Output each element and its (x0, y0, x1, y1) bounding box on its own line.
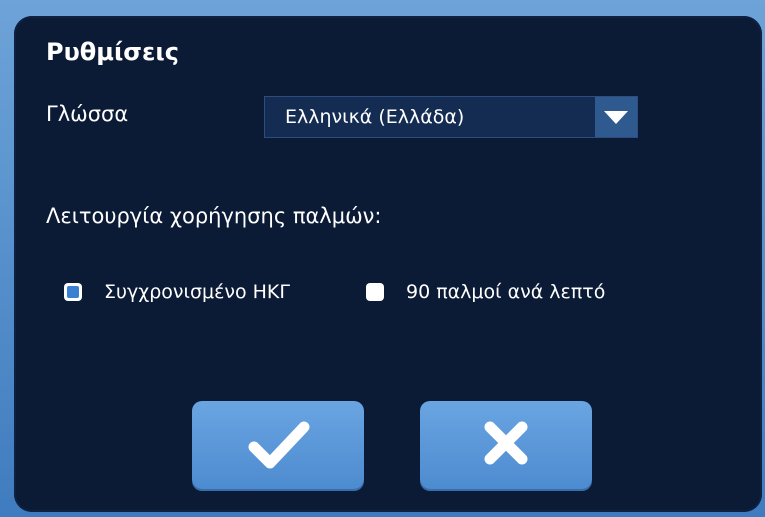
option-synchronized-ecg-label: Συγχρονισμένο ΗΚΓ (104, 281, 290, 303)
language-label: Γλώσσα (46, 102, 129, 126)
close-x-icon (484, 421, 528, 465)
language-select[interactable]: Ελληνικά (Ελλάδα) (264, 96, 638, 138)
language-select-value: Ελληνικά (Ελλάδα) (285, 106, 465, 128)
option-90-pulses-per-minute-label: 90 παλμοί ανά λεπτό (406, 281, 606, 303)
checkbox-90-pulses-per-minute[interactable] (366, 283, 384, 301)
triangle-down-icon[interactable] (595, 97, 637, 137)
pulse-mode-label: Λειτουργία χορήγησης παλμών: (46, 204, 382, 228)
settings-dialog: Ρυθμίσεις Γλώσσα Ελληνικά (Ελλάδα) Λειτο… (14, 16, 762, 512)
checkmark-icon (248, 421, 310, 469)
checkbox-synchronized-ecg[interactable] (64, 283, 82, 301)
cancel-button[interactable] (420, 401, 592, 489)
option-synchronized-ecg[interactable]: Συγχρονισμένο ΗΚΓ (64, 278, 290, 306)
confirm-button[interactable] (192, 401, 364, 489)
dialog-title: Ρυθμίσεις (46, 38, 179, 66)
option-90-pulses-per-minute[interactable]: 90 παλμοί ανά λεπτό (366, 278, 605, 306)
